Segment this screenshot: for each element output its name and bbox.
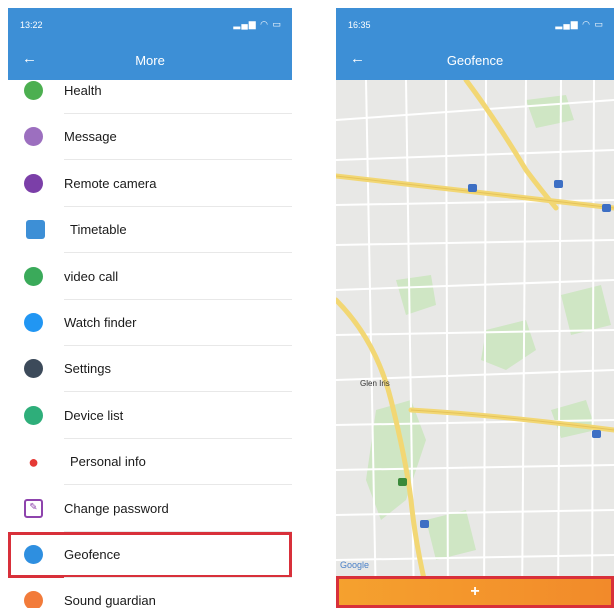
more-screen: 13:22 ▂▄▆ ◠ ▭ ← More Health Message Remote… bbox=[8, 8, 292, 608]
menu-item-health[interactable]: Health bbox=[8, 68, 292, 114]
health-icon bbox=[24, 81, 43, 100]
app-bar: ← Geofence bbox=[336, 40, 614, 80]
device-list-icon bbox=[24, 405, 43, 425]
phone-icon bbox=[24, 266, 43, 286]
status-time: 16:35 bbox=[348, 20, 371, 30]
page-title: Geofence bbox=[446, 53, 504, 68]
geofence-screen: 16:35 ▂▄▆ ◠ ▭ ← Geofence Glen Iris Googl… bbox=[336, 8, 614, 608]
page-title: More bbox=[135, 53, 165, 68]
menu-item-remote-camera[interactable]: Remote camera bbox=[8, 161, 292, 207]
menu-item-label: Timetable bbox=[70, 222, 127, 238]
menu-item-label: Personal info bbox=[70, 454, 146, 470]
menu-item-label: Health bbox=[64, 83, 102, 98]
menu-item-label: Geofence bbox=[64, 547, 121, 562]
menu-item-label: Watch finder bbox=[64, 315, 137, 330]
status-bar: 13:22 ▂▄▆ ◠ ▭ bbox=[8, 8, 292, 40]
menu-item-message[interactable]: Message bbox=[8, 114, 292, 161]
menu-item-sound-guardian[interactable]: Sound guardian bbox=[8, 578, 292, 608]
menu-item-label: Device list bbox=[64, 407, 124, 423]
menu-item-watch-finder[interactable]: Watch finder bbox=[8, 300, 292, 346]
geofence-icon bbox=[24, 545, 43, 564]
camera-icon bbox=[24, 173, 43, 193]
menu-item-settings[interactable]: Settings bbox=[8, 346, 292, 393]
map-view[interactable]: Glen Iris Google bbox=[336, 80, 614, 608]
gear-icon bbox=[24, 359, 43, 379]
message-icon bbox=[24, 127, 43, 147]
menu-item-label: Message bbox=[64, 129, 117, 145]
menu-item-label: Settings bbox=[64, 361, 111, 377]
status-bar: 16:35 ▂▄▆ ◠ ▭ bbox=[336, 8, 614, 40]
status-time: 13:22 bbox=[20, 20, 43, 30]
menu-item-label: Change password bbox=[64, 500, 169, 516]
map-place-label: Glen Iris bbox=[360, 379, 390, 388]
google-logo: Google bbox=[340, 560, 369, 570]
menu-item-change-password[interactable]: ✎ Change password bbox=[8, 486, 292, 532]
status-icons: ▂▄▆ ◠ ▭ bbox=[233, 19, 282, 29]
edit-icon: ✎ bbox=[24, 498, 43, 518]
menu-item-label: Remote camera bbox=[64, 175, 157, 191]
menu-item-personal-info[interactable]: ● Personal info bbox=[8, 439, 292, 486]
menu-item-geofence[interactable]: Geofence bbox=[8, 532, 292, 578]
menu-item-label: video call bbox=[64, 268, 119, 284]
sound-icon bbox=[24, 591, 43, 608]
status-icons: ▂▄▆ ◠ ▭ bbox=[555, 19, 604, 29]
menu-item-video-call[interactable]: video call bbox=[8, 254, 292, 300]
menu-list: Health Message Remote camera Timetable video… bbox=[8, 80, 292, 608]
menu-item-device-list[interactable]: Device list bbox=[8, 393, 292, 439]
person-icon: ● bbox=[28, 451, 39, 472]
search-icon bbox=[24, 313, 43, 332]
timetable-icon bbox=[26, 220, 45, 240]
add-geofence-button[interactable]: + bbox=[336, 576, 614, 608]
menu-item-timetable[interactable]: Timetable bbox=[8, 207, 292, 254]
menu-item-label: Sound guardian bbox=[64, 593, 156, 608]
